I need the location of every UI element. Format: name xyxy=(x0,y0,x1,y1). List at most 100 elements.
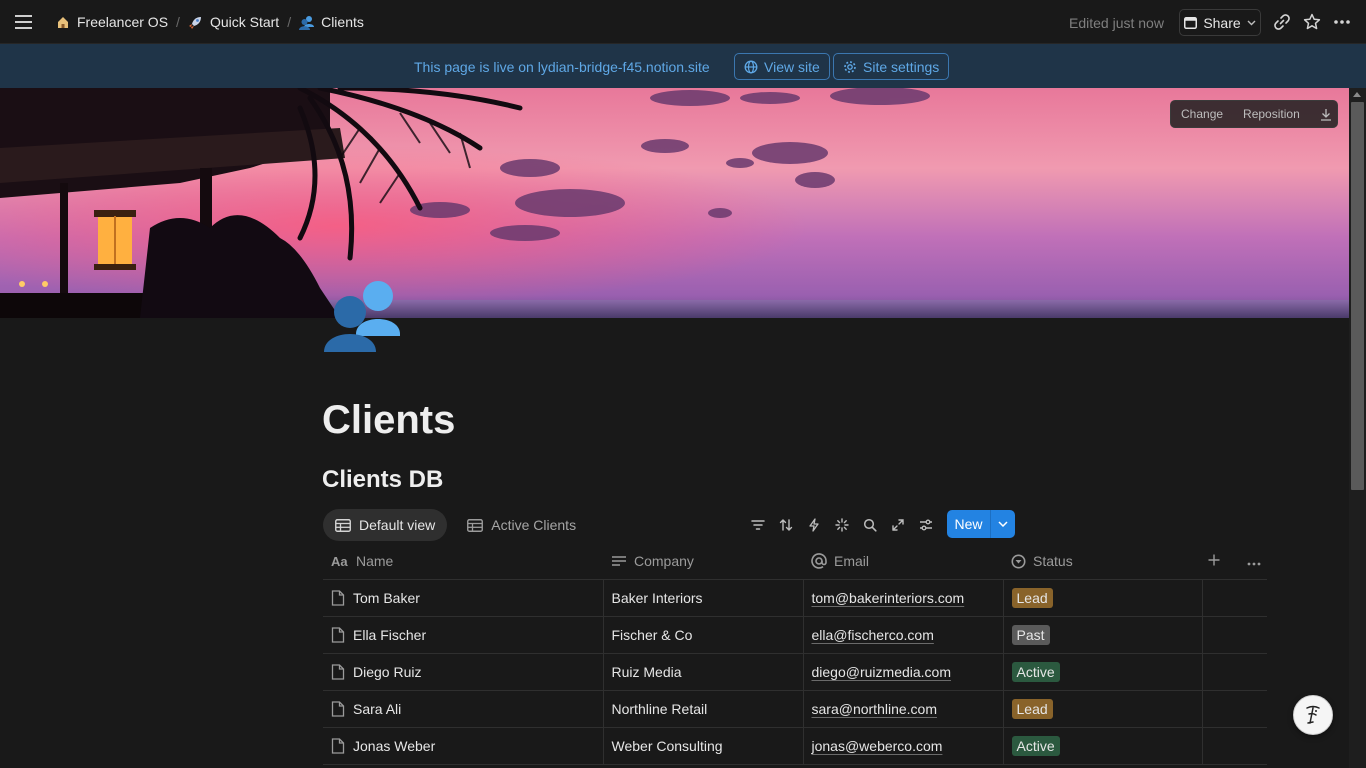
page-icon-busts-in-silhouette[interactable] xyxy=(322,276,402,356)
email-link[interactable]: tom@bakerinteriors.com xyxy=(812,590,965,606)
breadcrumb-quick-start[interactable]: Quick Start xyxy=(182,11,285,33)
sort-icon[interactable] xyxy=(776,515,796,535)
help-button[interactable] xyxy=(1293,695,1333,735)
change-cover-button[interactable]: Change xyxy=(1171,101,1233,127)
filter-icon[interactable] xyxy=(748,515,768,535)
status-badge: Active xyxy=(1011,661,1060,682)
cell-empty xyxy=(1202,653,1267,691)
email-link[interactable]: ella@fischerco.com xyxy=(812,627,934,643)
browser-icon xyxy=(1184,16,1198,29)
text-property-icon: Aa xyxy=(331,555,348,567)
column-header-status[interactable]: Status xyxy=(1003,544,1202,580)
cover-toolbar: Change Reposition xyxy=(1170,100,1338,128)
cell-name[interactable]: Ella Fischer xyxy=(323,616,604,654)
new-button[interactable]: New xyxy=(947,516,990,532)
chevron-down-icon xyxy=(1247,20,1256,25)
cell-name[interactable]: Diego Ruiz xyxy=(323,653,604,691)
cell-name[interactable]: Jonas Weber xyxy=(323,727,604,765)
cell-empty xyxy=(1202,690,1267,728)
cover-image xyxy=(0,88,1349,318)
cell-name[interactable]: Tom Baker xyxy=(323,579,604,617)
table-row[interactable]: Diego Ruiz Ruiz Media diego@ruizmedia.co… xyxy=(323,653,1267,691)
client-name: Ella Fischer xyxy=(353,626,427,643)
clients-table: Aa Name Company Email Status Tom Baker Ba xyxy=(323,544,1267,765)
search-icon[interactable] xyxy=(860,515,880,535)
table-row[interactable]: Jonas Weber Weber Consulting jonas@weber… xyxy=(323,727,1267,765)
page-document-icon xyxy=(331,589,345,606)
cell-company[interactable]: Weber Consulting xyxy=(603,727,804,765)
settings-sliders-icon[interactable] xyxy=(916,515,936,535)
cell-name[interactable]: Sara Ali xyxy=(323,690,604,728)
share-label: Share xyxy=(1203,14,1241,31)
page-document-icon xyxy=(331,626,345,643)
client-name: Tom Baker xyxy=(353,589,420,606)
company-name: Baker Interiors xyxy=(611,589,703,606)
share-button[interactable]: Share xyxy=(1179,9,1261,36)
table-row[interactable]: Sara Ali Northline Retail sara@northline… xyxy=(323,690,1267,728)
add-property-plus-icon[interactable] xyxy=(1208,553,1220,569)
cell-status[interactable]: Active xyxy=(1003,727,1203,765)
status-badge: Lead xyxy=(1011,587,1053,608)
expand-icon[interactable] xyxy=(888,515,908,535)
automation-lightning-icon[interactable] xyxy=(804,515,824,535)
table-icon xyxy=(467,518,484,532)
cell-status[interactable]: Past xyxy=(1003,616,1203,654)
database-title[interactable]: Clients DB xyxy=(322,466,443,494)
cell-company[interactable]: Northline Retail xyxy=(603,690,804,728)
column-header-name[interactable]: Aa Name xyxy=(323,544,603,580)
scroll-up-arrow[interactable] xyxy=(1353,92,1361,97)
page-document-icon xyxy=(331,663,345,680)
cell-email[interactable]: diego@ruizmedia.com xyxy=(803,653,1004,691)
cell-empty xyxy=(1202,616,1267,654)
cell-company[interactable]: Baker Interiors xyxy=(603,579,804,617)
menu-icon[interactable] xyxy=(14,13,34,31)
view-site-button[interactable]: View site xyxy=(734,53,830,80)
breadcrumb-freelancer-os[interactable]: Freelancer OS xyxy=(50,11,174,33)
tab-active-clients[interactable]: Active Clients xyxy=(455,509,588,541)
house-icon xyxy=(58,17,68,28)
link-icon[interactable] xyxy=(1272,12,1292,32)
star-icon[interactable] xyxy=(1302,12,1322,32)
cell-company[interactable]: Fischer & Co xyxy=(603,616,804,654)
status-badge: Lead xyxy=(1011,698,1053,719)
breadcrumb-clients[interactable]: Clients xyxy=(293,11,370,33)
page-document-icon xyxy=(331,700,345,717)
column-header-company[interactable]: Company xyxy=(603,544,803,580)
column-actions xyxy=(1202,544,1267,580)
download-icon[interactable] xyxy=(1310,101,1342,127)
edited-status: Edited just now xyxy=(1069,15,1164,31)
cell-status[interactable]: Lead xyxy=(1003,579,1203,617)
svg-text:Aa: Aa xyxy=(331,555,348,567)
table-row[interactable]: Tom Baker Baker Interiors tom@bakerinter… xyxy=(323,579,1267,617)
email-link[interactable]: sara@northline.com xyxy=(812,701,938,717)
cell-status[interactable]: Active xyxy=(1003,653,1203,691)
column-label: Company xyxy=(634,553,694,570)
cell-empty xyxy=(1202,579,1267,617)
table-row[interactable]: Ella Fischer Fischer & Co ella@fischerco… xyxy=(323,616,1267,654)
company-name: Fischer & Co xyxy=(611,626,693,643)
ai-sparkle-icon[interactable] xyxy=(832,515,852,535)
more-options-icon[interactable] xyxy=(1332,12,1352,32)
cell-company[interactable]: Ruiz Media xyxy=(603,653,804,691)
top-bar: Freelancer OS / Quick Start / Clients Ed… xyxy=(0,0,1366,44)
cell-email[interactable]: ella@fischerco.com xyxy=(803,616,1004,654)
new-dropdown-chevron-down-icon[interactable] xyxy=(991,521,1015,527)
email-link[interactable]: jonas@weberco.com xyxy=(812,738,943,754)
status-badge: Past xyxy=(1011,624,1050,645)
tab-default-view[interactable]: Default view xyxy=(323,509,448,541)
cell-email[interactable]: tom@bakerinteriors.com xyxy=(803,579,1004,617)
view-site-label: View site xyxy=(764,58,820,75)
page-title[interactable]: Clients xyxy=(322,398,455,443)
email-link[interactable]: diego@ruizmedia.com xyxy=(812,664,952,680)
column-options-more-icon[interactable] xyxy=(1247,553,1261,569)
cell-email[interactable]: jonas@weberco.com xyxy=(803,727,1004,765)
reposition-cover-button[interactable]: Reposition xyxy=(1233,101,1310,127)
scrollbar-thumb[interactable] xyxy=(1351,102,1364,490)
table-header-row: Aa Name Company Email Status xyxy=(323,544,1267,580)
banner-text: This page is live on lydian-bridge-f45.n… xyxy=(414,59,710,75)
notion-ai-face-icon xyxy=(1306,705,1320,724)
site-settings-button[interactable]: Site settings xyxy=(833,53,950,80)
cell-email[interactable]: sara@northline.com xyxy=(803,690,1004,728)
column-header-email[interactable]: Email xyxy=(803,544,1003,580)
cell-status[interactable]: Lead xyxy=(1003,690,1203,728)
